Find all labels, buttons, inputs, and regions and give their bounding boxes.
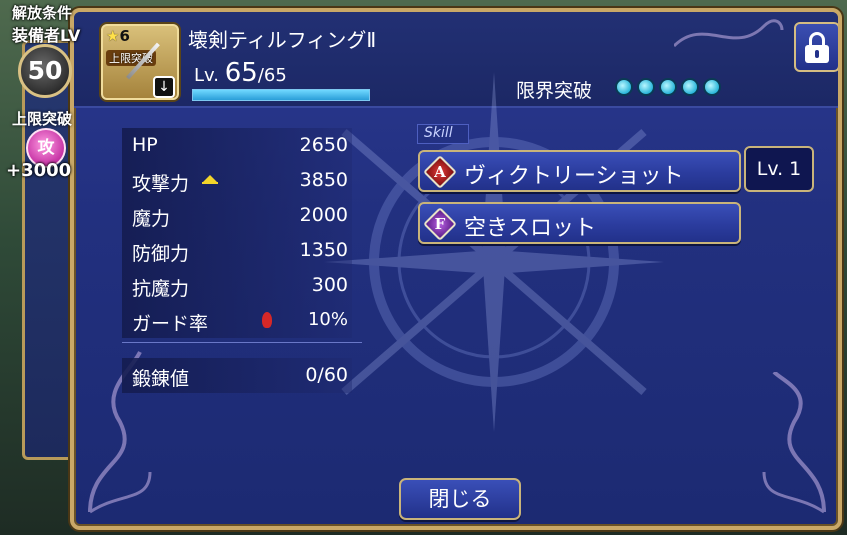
- crest-emblem: [324, 72, 664, 432]
- free-badge-letter: F: [434, 215, 446, 233]
- stat-value: 1350: [299, 239, 348, 261]
- limit-break-label: 限界突破: [516, 80, 593, 102]
- stat-value: 300: [311, 274, 348, 296]
- limit-break-dot: [637, 78, 655, 96]
- ability-badge-letter: A: [434, 163, 446, 181]
- dagger-icon: ↓: [153, 76, 175, 98]
- stat-name: 鍛錬値: [132, 368, 190, 390]
- unlock-subtitle: 装備者LV: [12, 26, 81, 45]
- limit-break-dot: [659, 78, 677, 96]
- stat-name: 抗魔力: [132, 278, 190, 300]
- skill-slot-empty[interactable]: F 空きスロット: [418, 202, 741, 244]
- stat-value: 2650: [299, 134, 348, 156]
- stats-divider: [122, 342, 362, 343]
- level-prefix: Lv.: [194, 65, 220, 86]
- skill-name: 空きスロット: [464, 216, 597, 241]
- limit-break-dots: [615, 78, 721, 96]
- limit-break-dot: [615, 78, 633, 96]
- limit-break-dot: [681, 78, 699, 96]
- stat-name: ガード率: [132, 313, 209, 335]
- stat-row-resistance: 抗魔力 300: [122, 268, 352, 303]
- star-icon: ★: [106, 27, 120, 45]
- unlock-title: 解放条件: [12, 4, 73, 22]
- stat-name: HP: [132, 134, 158, 156]
- level-current: 65: [224, 58, 258, 88]
- ornament-top-right: [674, 19, 784, 48]
- exp-bar: [192, 89, 370, 101]
- level-max: /65: [257, 65, 287, 86]
- attack-bonus-value: +3000: [6, 160, 72, 181]
- lock-button[interactable]: [794, 22, 838, 72]
- stat-row-attack: 攻撃力 3850: [122, 163, 352, 198]
- skill-name: ヴィクトリーショット: [464, 164, 684, 189]
- stat-row-defense: 防御力 1350: [122, 233, 352, 268]
- limit-break-bonus-badge: 上限突破 攻 +3000: [6, 108, 88, 188]
- weapon-level: Lv. 65/65: [194, 58, 287, 88]
- lock-icon: [809, 32, 825, 46]
- stat-value: 0/60: [305, 364, 348, 386]
- skill-slot-victory-shot[interactable]: A ヴィクトリーショット: [418, 150, 741, 192]
- stat-row-guard-rate: ガード率 10%: [122, 303, 352, 338]
- stat-row-magic: 魔力 2000: [122, 198, 352, 233]
- stat-row-tempering: 鍛錬値 0/60: [122, 358, 352, 393]
- up-arrow-icon-base: [202, 182, 218, 184]
- flame-icon: [262, 312, 272, 328]
- lock-icon-keyhole: [815, 50, 819, 58]
- weapon-name: 壊剣ティルフィングⅡ: [188, 28, 377, 52]
- stat-name: 魔力: [132, 208, 171, 230]
- stat-value: 2000: [299, 204, 348, 226]
- close-button[interactable]: 閉じる: [399, 478, 521, 520]
- stat-name: 防御力: [132, 243, 190, 265]
- weapon-icon: ★6 上限突破 ↓: [101, 24, 179, 100]
- exp-bar-fill: [193, 90, 369, 100]
- unlock-requirement-badge: 解放条件 装備者LV 50: [6, 2, 88, 98]
- stats-list: HP 2650 攻撃力 3850 魔力 2000 防御力 1350 抗魔力 30…: [122, 128, 352, 338]
- limit-break-dot: [703, 78, 721, 96]
- skill-tag: Skill: [417, 124, 469, 144]
- stat-value: 10%: [307, 309, 348, 330]
- ornament-bottom-right: [762, 372, 826, 514]
- rarity-value: 6: [119, 27, 130, 45]
- stat-value: 3850: [299, 169, 348, 191]
- weapon-detail-dialog: ★6 上限突破 ↓ 壊剣ティルフィングⅡ Lv. 65/65 限界突破 HP 2…: [70, 8, 842, 530]
- rarity-indicator: ★6: [106, 27, 130, 45]
- skill-level: Lv. 1: [744, 146, 814, 192]
- unlock-level: 50: [18, 44, 72, 98]
- limit-break-title: 上限突破: [12, 110, 73, 128]
- stat-row-hp: HP 2650: [122, 128, 352, 163]
- stat-name: 攻撃力: [132, 173, 190, 195]
